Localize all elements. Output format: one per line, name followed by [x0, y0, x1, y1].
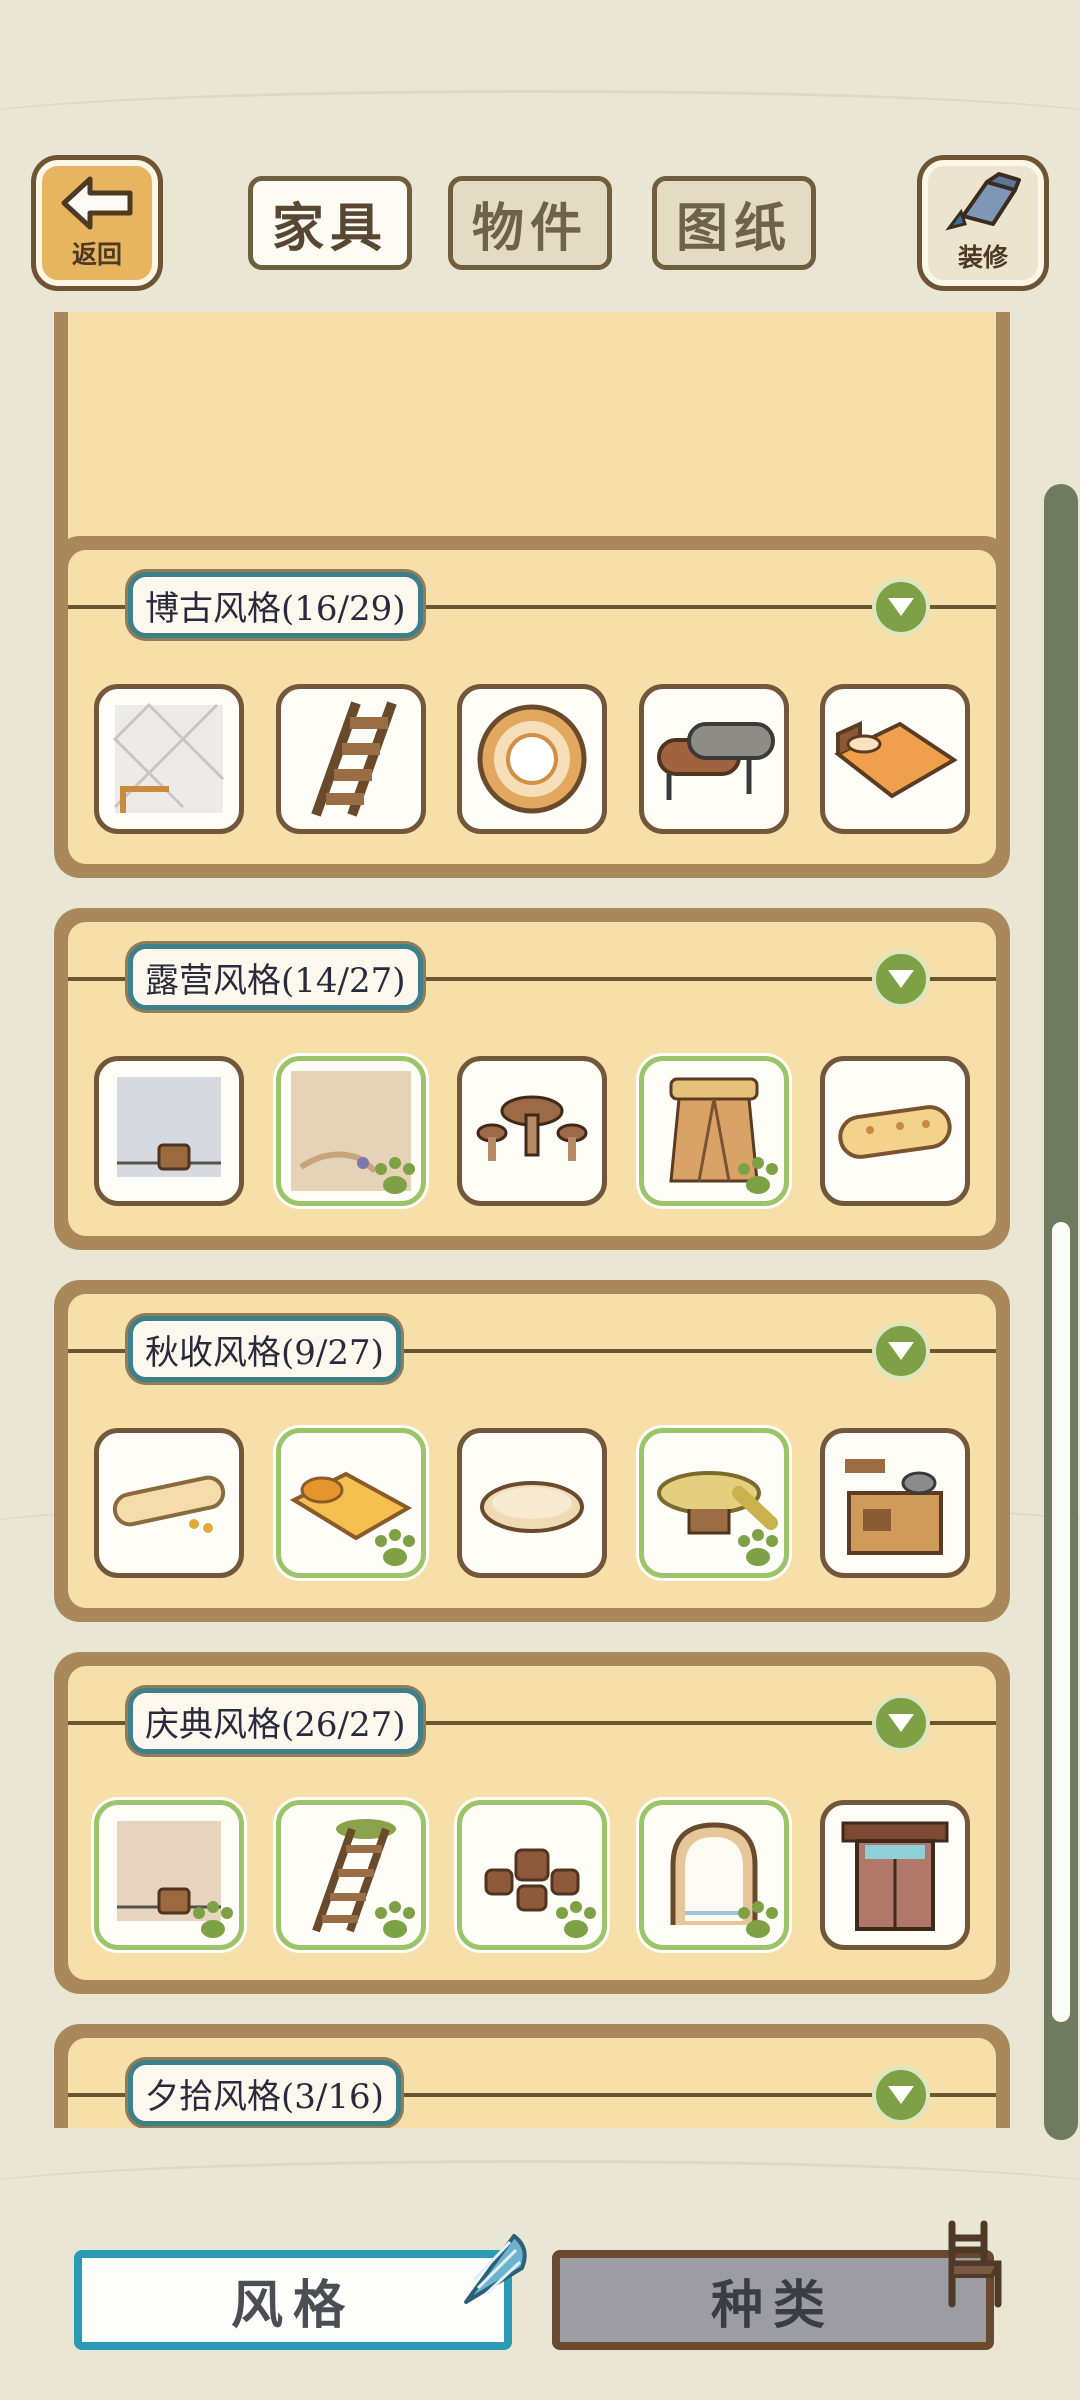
item-slot[interactable]	[820, 1800, 970, 1950]
style-card: 夕拾风格(3/16)	[54, 2024, 1010, 2128]
style-title: 秋收风格(9/27)	[128, 1316, 401, 1382]
item-slot[interactable]	[457, 684, 607, 834]
collapse-toggle[interactable]	[872, 1322, 930, 1380]
style-title: 夕拾风格(3/16)	[128, 2060, 401, 2126]
item-row	[94, 1056, 970, 1206]
item-slot[interactable]	[820, 1056, 970, 1206]
chevron-down-icon	[888, 1342, 914, 1360]
tab-category-label: 种类	[710, 2275, 835, 2336]
style-card-header: 露营风格(14/27)	[68, 922, 996, 1036]
tab-objects[interactable]: 物件	[448, 176, 612, 270]
frog-paw-icon	[374, 1529, 415, 1566]
frog-paw-icon	[374, 1157, 415, 1194]
tile-wall-icon	[112, 702, 225, 813]
style-title: 露营风格(14/27)	[128, 944, 423, 1010]
round-rug-icon	[477, 704, 587, 814]
log-bench-icon	[656, 722, 775, 800]
frog-paw-icon	[737, 1901, 778, 1938]
style-card: 庆典风格(26/27)	[54, 1652, 1010, 1994]
item-slot-owned[interactable]	[457, 1800, 607, 1950]
item-slot-owned[interactable]	[638, 1056, 789, 1206]
item-slot-owned[interactable]	[638, 1428, 789, 1578]
frog-paw-icon	[737, 1529, 778, 1566]
collapse-toggle[interactable]	[872, 2066, 930, 2124]
tab-blueprints-label: 图纸	[675, 198, 792, 259]
tab-objects-label: 物件	[471, 198, 588, 259]
item-slot[interactable]	[94, 684, 244, 834]
frog-paw-icon	[193, 1901, 233, 1938]
paint-brush-icon	[945, 172, 1021, 231]
chevron-down-icon	[888, 598, 914, 616]
item-slot[interactable]	[457, 1056, 607, 1206]
item-row	[94, 1800, 970, 1950]
collapse-toggle[interactable]	[872, 578, 930, 636]
item-slot-owned[interactable]	[275, 1056, 426, 1206]
item-slot[interactable]	[820, 684, 970, 834]
decorate-label: 装修	[957, 243, 1008, 272]
style-card-header: 庆典风格(26/27)	[68, 1666, 996, 1780]
collapse-toggle[interactable]	[872, 950, 930, 1008]
style-card-header: 夕拾风格(3/16)	[68, 2038, 996, 2128]
item-slot[interactable]	[275, 684, 426, 834]
style-title: 庆典风格(26/27)	[128, 1688, 423, 1754]
item-slot[interactable]	[94, 1428, 244, 1578]
decorate-button[interactable]: 装修	[922, 160, 1044, 286]
item-slot[interactable]	[457, 1428, 607, 1578]
mushroom-table-icon	[476, 1095, 588, 1161]
chevron-down-icon	[888, 2086, 914, 2104]
style-card: 露营风格(14/27)	[54, 908, 1010, 1250]
frog-paw-icon	[374, 1901, 415, 1938]
collapse-toggle[interactable]	[872, 1694, 930, 1752]
chevron-down-icon	[888, 970, 914, 988]
seashell-icon	[464, 2234, 527, 2304]
orange-bed-icon	[834, 720, 958, 799]
chevron-down-icon	[888, 1714, 914, 1732]
style-card: 秋收风格(9/27)	[54, 1280, 1010, 1622]
back-label: 返回	[71, 240, 122, 269]
stove-shelf-icon	[845, 1459, 943, 1555]
item-slot-owned[interactable]	[275, 1800, 426, 1950]
wooden-ladder-icon	[310, 701, 397, 817]
back-arrow-icon	[61, 176, 133, 230]
style-card: 博古风格(16/29)	[54, 536, 1010, 878]
chair-icon	[948, 2220, 1002, 2308]
style-list[interactable]: 博古风格(16/29) 露营风格(14/27) 秋收风格(9/27) 庆典风格(…	[0, 312, 1080, 2128]
sleeping-bag-icon	[838, 1105, 952, 1159]
tab-furniture[interactable]: 家具	[248, 176, 412, 270]
tab-blueprints[interactable]: 图纸	[652, 176, 816, 270]
item-slot[interactable]	[820, 1428, 970, 1578]
item-slot-owned[interactable]	[275, 1428, 426, 1578]
item-row	[94, 684, 970, 834]
frog-paw-icon	[737, 1157, 778, 1194]
style-card-header: 博古风格(16/29)	[68, 550, 996, 664]
wooden-door-icon	[841, 1821, 949, 1931]
tab-furniture-label: 家具	[271, 198, 388, 259]
scrollbar-thumb[interactable]	[1052, 1222, 1070, 2022]
item-slot-owned[interactable]	[94, 1800, 244, 1950]
item-slot[interactable]	[638, 684, 789, 834]
tab-category[interactable]: 种类	[552, 2250, 994, 2350]
item-row	[94, 1428, 970, 1578]
back-button[interactable]: 返回	[36, 160, 158, 286]
frog-paw-icon	[556, 1901, 596, 1938]
item-slot[interactable]	[94, 1056, 244, 1206]
tab-style-label: 风格	[230, 2275, 355, 2336]
item-slot-owned[interactable]	[638, 1800, 789, 1950]
rolled-mat-icon	[112, 1475, 226, 1533]
style-card-header: 秋收风格(9/27)	[68, 1294, 996, 1408]
straw-cushion-icon	[480, 1481, 584, 1533]
stone-wall-bucket-icon	[117, 1077, 221, 1177]
style-title: 博古风格(16/29)	[128, 572, 423, 638]
tab-style[interactable]: 风格	[74, 2250, 512, 2350]
